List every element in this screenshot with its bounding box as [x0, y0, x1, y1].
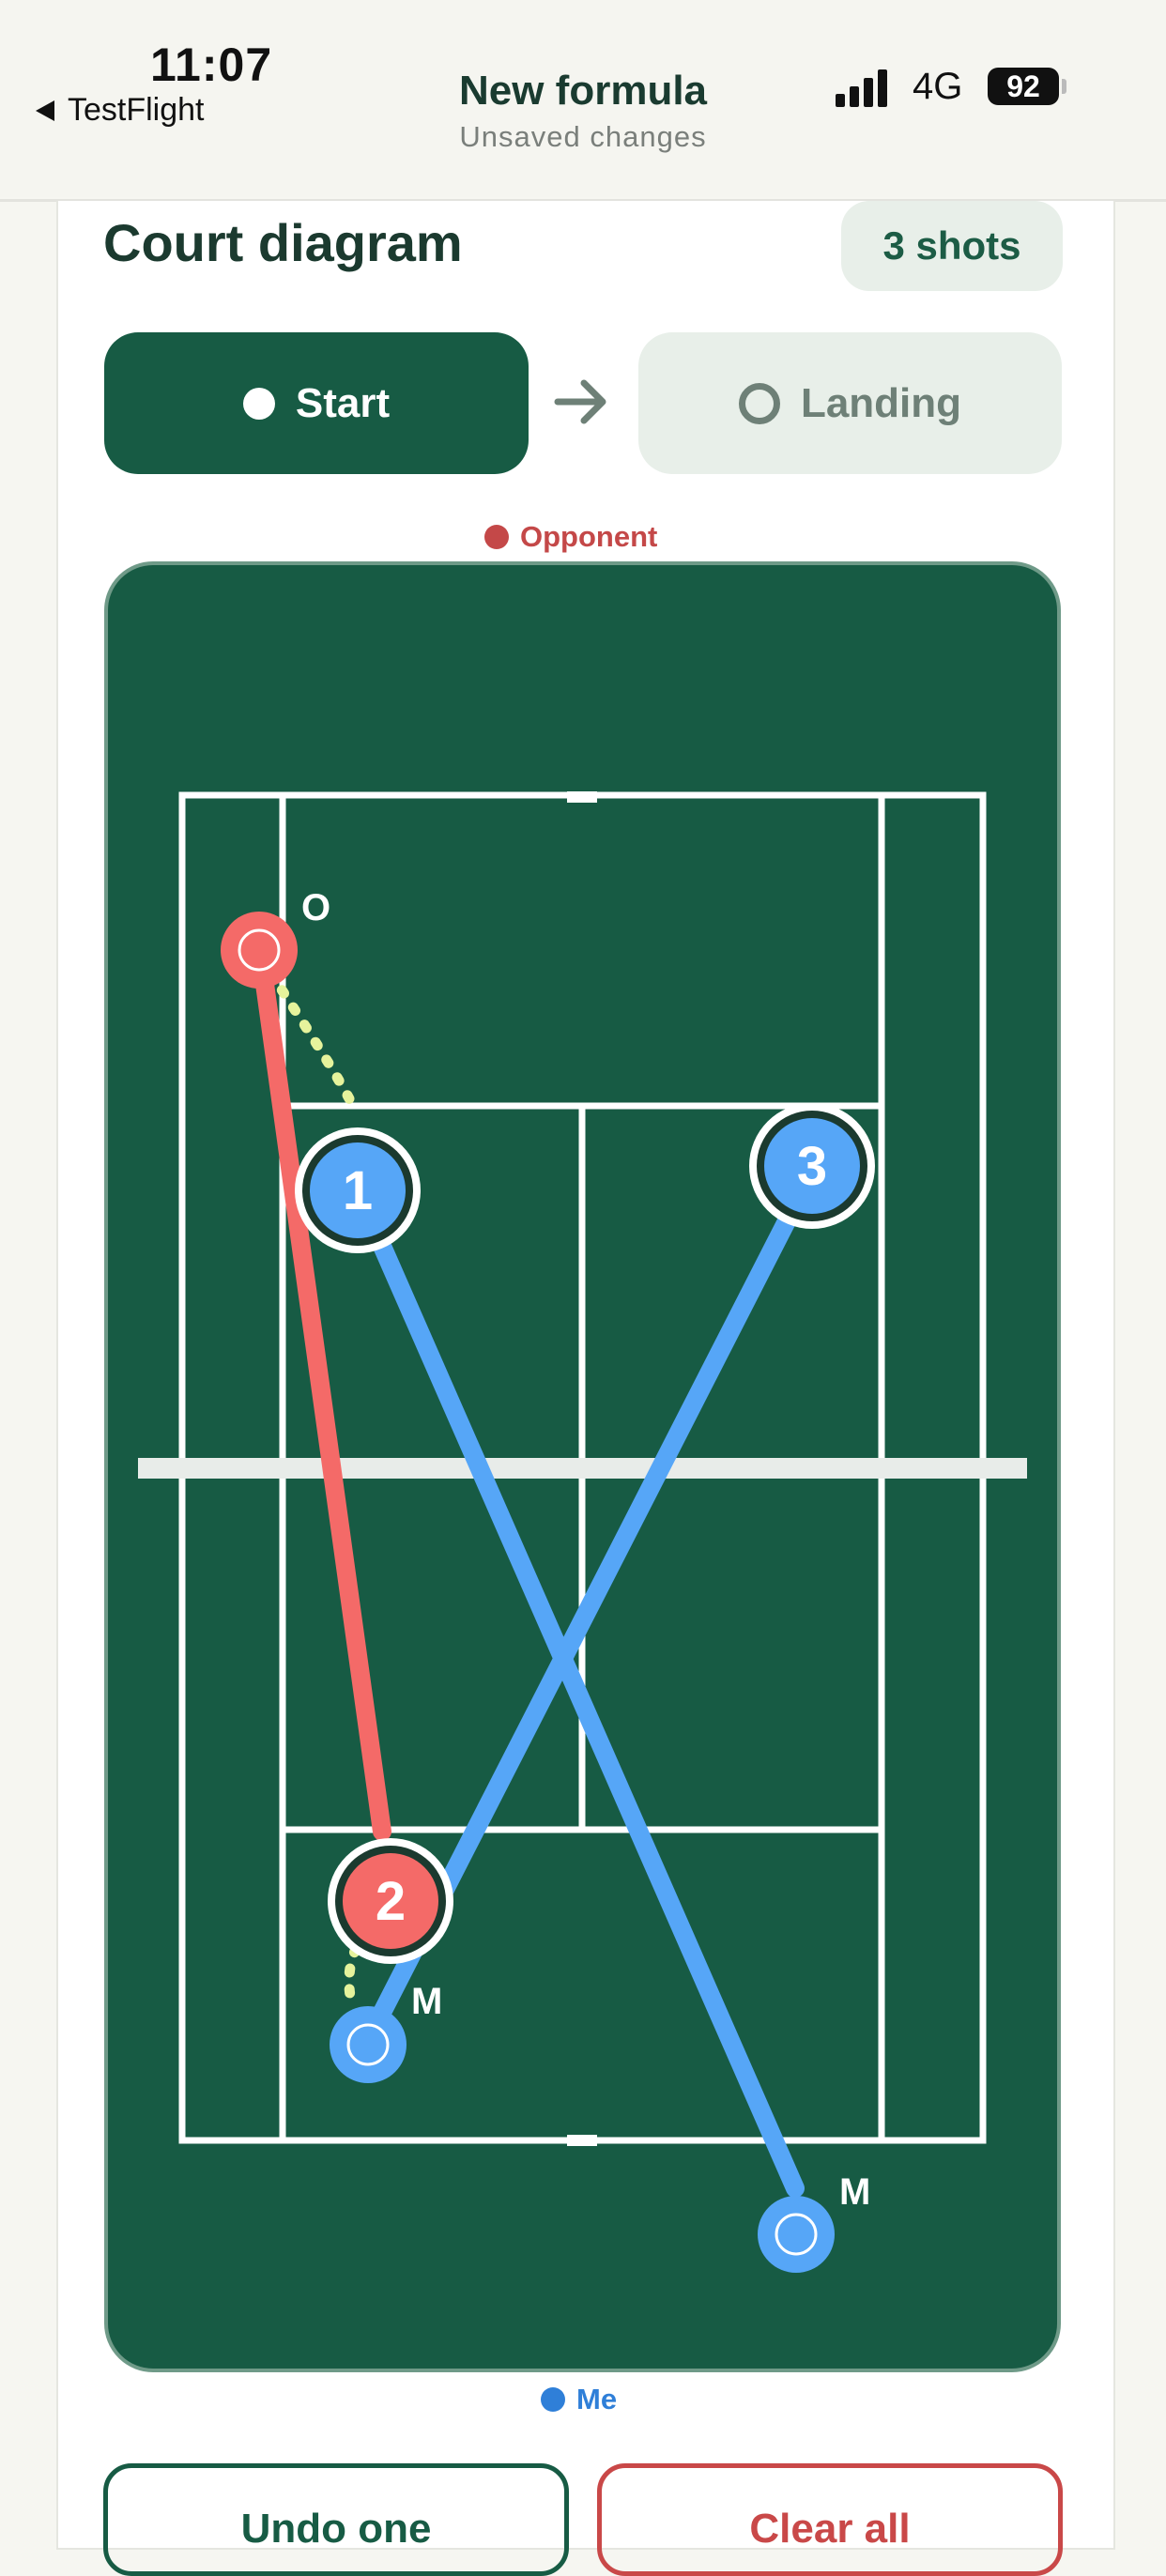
hollow-circle-icon: [738, 382, 780, 424]
me-landing-marker-label: M: [839, 2171, 870, 2213]
svg-text:2: 2: [376, 1871, 406, 1932]
opponent-marker-label: O: [301, 887, 330, 928]
svg-text:3: 3: [797, 1136, 827, 1197]
shots-count-badge: 3 shots: [841, 201, 1063, 291]
me-legend: Me: [541, 2383, 617, 2416]
cellular-signal-icon: [836, 68, 892, 107]
battery-tip: [1062, 79, 1066, 94]
shot-1-badge: 1: [295, 1127, 421, 1253]
me-dot-icon: [541, 2387, 565, 2412]
network-type: 4G: [913, 66, 963, 107]
net: [138, 1458, 1027, 1479]
filled-dot-icon: [242, 387, 275, 420]
page-subtitle: Unsaved changes: [459, 120, 707, 153]
start-mode-button[interactable]: Start: [104, 332, 529, 474]
opponent-legend: Opponent: [484, 520, 657, 554]
shot-2-badge: 2: [328, 1838, 453, 1964]
tennis-court[interactable]: O M M 1 3 2: [104, 561, 1061, 2372]
opponent-dot-icon: [484, 525, 509, 549]
undo-one-button[interactable]: Undo one: [103, 2463, 569, 2576]
opponent-player-marker: [221, 912, 298, 989]
center-mark-top: [567, 791, 597, 803]
card-title: Court diagram: [103, 213, 463, 272]
me-player-marker: [330, 2006, 407, 2083]
center-mark-bottom: [567, 2135, 597, 2146]
start-mode-label: Start: [295, 379, 391, 426]
svg-text:1: 1: [343, 1160, 373, 1221]
me-legend-label: Me: [576, 2383, 618, 2415]
landing-mode-button[interactable]: Landing: [638, 332, 1062, 474]
arrow-right-icon: [554, 379, 606, 424]
status-bar: 11:07 TestFlight New formula Unsaved cha…: [0, 0, 1166, 197]
battery-icon: 92: [988, 68, 1059, 105]
me-player-marker-landing: [758, 2196, 835, 2273]
me-marker-label: M: [411, 1981, 442, 2022]
landing-mode-label: Landing: [800, 379, 962, 426]
opponent-legend-label: Opponent: [520, 520, 658, 553]
shot-3-badge: 3: [749, 1103, 875, 1229]
clear-all-button[interactable]: Clear all: [597, 2463, 1063, 2576]
